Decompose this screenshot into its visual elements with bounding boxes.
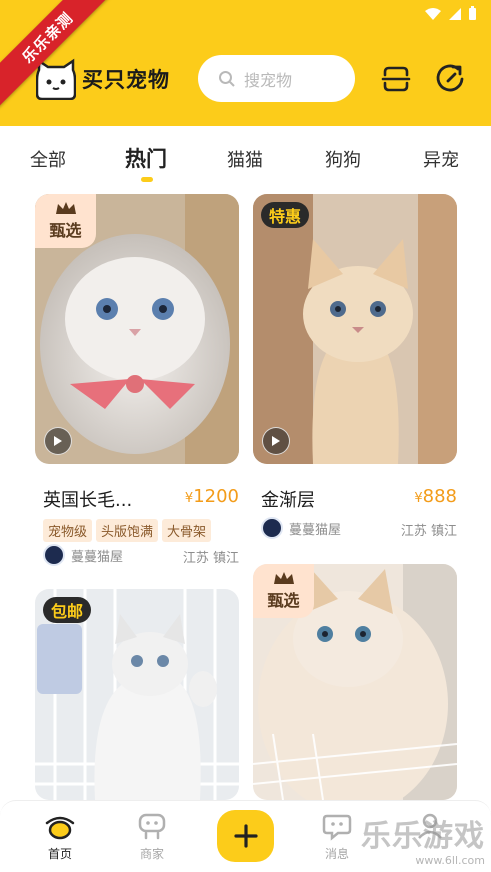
active-tab-indicator bbox=[141, 177, 153, 182]
seller-name: 蔓蔓猫屋 bbox=[71, 549, 124, 565]
message-icon bbox=[322, 814, 352, 841]
pet-photo[interactable]: 特惠 bbox=[253, 194, 457, 464]
pet-photo[interactable]: 甄选 bbox=[35, 194, 239, 464]
signal-icon bbox=[449, 7, 461, 20]
tab-dogs[interactable]: 狗狗 bbox=[325, 146, 361, 172]
shop-icon bbox=[138, 813, 166, 840]
tab-all[interactable]: 全部 bbox=[30, 146, 66, 172]
listing-card[interactable]: 甄选 英国长毛... ¥1200 宠物级 头版饱满 大骨架 蔓蔓猫屋 江苏 镇江 bbox=[35, 194, 239, 574]
crown-icon bbox=[55, 202, 76, 214]
premium-badge: 甄选 bbox=[35, 194, 96, 248]
listing-price: ¥888 bbox=[414, 486, 457, 507]
seller-info[interactable]: 蔓蔓猫屋 bbox=[261, 517, 341, 539]
listing-price: ¥1200 bbox=[184, 486, 239, 507]
scan-icon[interactable] bbox=[380, 63, 412, 95]
search-bar[interactable]: 搜宠物 bbox=[198, 55, 355, 102]
nav-shops[interactable]: 商家 bbox=[122, 811, 182, 862]
play-icon bbox=[54, 436, 62, 446]
refresh-icon[interactable] bbox=[434, 63, 466, 95]
play-video-button[interactable] bbox=[262, 427, 290, 455]
seller-name: 蔓蔓猫屋 bbox=[289, 522, 342, 538]
brand-name: 买只宠物 bbox=[82, 68, 170, 92]
category-tabs: 全部 热门 猫猫 狗狗 异宠 bbox=[0, 140, 491, 184]
tag: 宠物级 bbox=[43, 519, 93, 542]
discount-badge: 特惠 bbox=[261, 202, 310, 228]
search-icon bbox=[219, 70, 235, 87]
free-shipping-badge: 包邮 bbox=[43, 597, 92, 623]
listing-title: 金渐层 bbox=[261, 490, 315, 511]
listing-tags: 宠物级 头版饱满 大骨架 bbox=[43, 519, 212, 542]
premium-badge: 甄选 bbox=[253, 564, 314, 618]
listing-title: 英国长毛... bbox=[43, 490, 133, 511]
tag: 头版饱满 bbox=[96, 519, 159, 542]
seller-info[interactable]: 蔓蔓猫屋 bbox=[43, 544, 123, 566]
tab-cats[interactable]: 猫猫 bbox=[227, 146, 263, 172]
seller-avatar bbox=[43, 544, 65, 566]
crown-icon bbox=[273, 572, 294, 584]
seller-location: 江苏 镇江 bbox=[400, 524, 457, 539]
publish-button[interactable] bbox=[217, 810, 274, 862]
site-watermark: 乐乐游戏 www.6ll.com bbox=[361, 819, 485, 868]
listing-card[interactable]: 甄选 bbox=[253, 564, 457, 800]
pet-photo[interactable]: 甄选 bbox=[253, 564, 457, 800]
golden-kitten-image bbox=[253, 194, 457, 464]
plus-icon bbox=[233, 824, 258, 848]
seller-avatar bbox=[261, 517, 283, 539]
play-icon bbox=[272, 436, 280, 446]
home-icon bbox=[45, 816, 75, 840]
nav-messages[interactable]: 消息 bbox=[307, 811, 367, 862]
tag: 大骨架 bbox=[162, 519, 212, 542]
search-placeholder: 搜宠物 bbox=[244, 70, 293, 90]
battery-icon bbox=[469, 6, 476, 20]
nav-home[interactable]: 首页 bbox=[30, 811, 90, 862]
pet-photo[interactable]: 包邮 bbox=[35, 589, 239, 800]
tab-exotic[interactable]: 异宠 bbox=[423, 146, 459, 172]
status-bar bbox=[424, 6, 477, 21]
listing-card[interactable]: 特惠 金渐层 ¥888 蔓蔓猫屋 江苏 镇江 bbox=[253, 194, 457, 554]
play-video-button[interactable] bbox=[44, 427, 72, 455]
tab-hot[interactable]: 热门 bbox=[125, 143, 167, 173]
cat-logo-icon bbox=[36, 58, 76, 100]
listing-card[interactable]: 包邮 bbox=[35, 589, 239, 800]
wifi-icon bbox=[425, 7, 441, 20]
seller-location: 江苏 镇江 bbox=[182, 551, 239, 566]
